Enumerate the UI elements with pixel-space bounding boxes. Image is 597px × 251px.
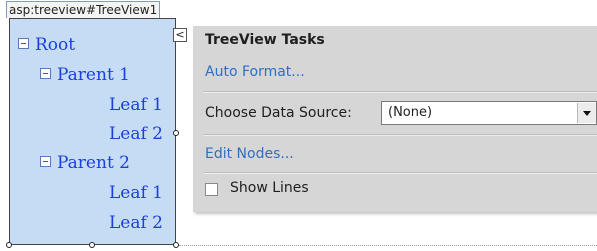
auto-format-link[interactable]: Auto Format... xyxy=(205,64,305,80)
resize-handle-bottom-left[interactable] xyxy=(6,242,12,248)
dropdown-value: (None) xyxy=(388,105,433,120)
tree-node-leaf[interactable]: Leaf 2 xyxy=(109,213,163,233)
chevron-down-icon[interactable] xyxy=(577,103,596,123)
tree-node-leaf[interactable]: Leaf 1 xyxy=(109,95,163,115)
tree-node-parent-2[interactable]: Parent 2 xyxy=(40,153,130,173)
tree-node-parent-1[interactable]: Parent 1 xyxy=(40,65,130,85)
data-source-label: Choose Data Source: xyxy=(205,105,352,121)
collapse-icon[interactable] xyxy=(40,156,51,167)
tree-node-label: Root xyxy=(35,35,76,55)
treeview-tasks-panel: TreeView Tasks Auto Format... Choose Dat… xyxy=(193,26,597,212)
tree-node-root[interactable]: Root xyxy=(18,35,75,55)
collapse-icon[interactable] xyxy=(40,68,51,79)
tree-node-label: Leaf 2 xyxy=(109,213,163,233)
resize-handle-bottom[interactable] xyxy=(89,242,95,248)
design-surface-boundary xyxy=(179,245,597,246)
edit-nodes-link[interactable]: Edit Nodes... xyxy=(205,146,294,162)
tree-node-label: Leaf 1 xyxy=(109,183,163,203)
collapse-icon[interactable] xyxy=(18,38,29,49)
designer-canvas: asp:treeview#TreeView1 Root Parent 1 Lea… xyxy=(0,0,597,251)
data-source-dropdown[interactable]: (None) xyxy=(381,101,597,125)
resize-handle-right[interactable] xyxy=(173,130,179,136)
panel-title: TreeView Tasks xyxy=(205,32,325,48)
divider xyxy=(203,172,597,174)
tree-node-leaf[interactable]: Leaf 1 xyxy=(109,183,163,203)
show-lines-checkbox[interactable] xyxy=(205,183,218,196)
tree-node-label: Parent 1 xyxy=(57,65,130,85)
tree-node-label: Leaf 1 xyxy=(109,95,163,115)
divider xyxy=(203,134,597,136)
divider xyxy=(203,91,597,93)
tree-node-label: Parent 2 xyxy=(57,153,130,173)
tree-node-label: Leaf 2 xyxy=(109,124,163,144)
smart-tag-collapse-button[interactable]: < xyxy=(173,28,187,42)
show-lines-label[interactable]: Show Lines xyxy=(230,180,309,196)
treeview-control[interactable]: Root Parent 1 Leaf 1 Leaf 2 Parent 2 Lea… xyxy=(9,18,176,245)
control-tag: asp:treeview#TreeView1 xyxy=(6,1,161,18)
tree-node-leaf[interactable]: Leaf 2 xyxy=(109,124,163,144)
